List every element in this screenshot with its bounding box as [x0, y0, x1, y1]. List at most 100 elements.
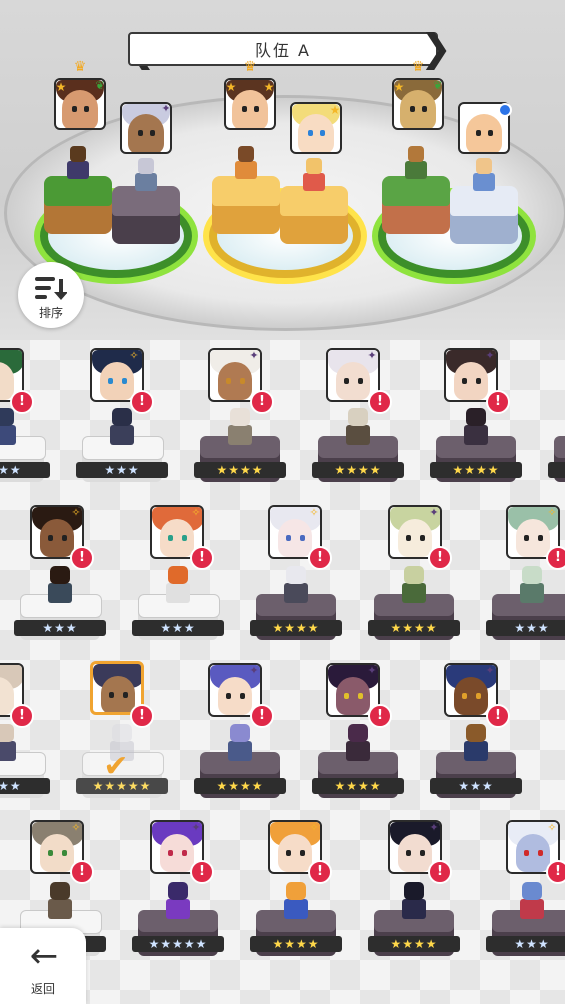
alert-icon: ! [486, 704, 510, 728]
attribute-diamond-icon: ✦ [367, 349, 377, 362]
back-label: 返回 [30, 982, 55, 996]
alert-icon: ! [368, 390, 392, 414]
attribute-leaf-icon: ❦ [95, 79, 105, 92]
alert-icon: ! [368, 704, 392, 728]
star-rating: ★★★ [0, 462, 50, 478]
character-pedestal[interactable]: ★★★★ [368, 880, 460, 976]
attribute-diamond-icon: ✦ [249, 664, 259, 677]
cake-block [212, 176, 280, 234]
character-pedestal[interactable]: ★★★ [486, 880, 565, 976]
character-pedestal[interactable]: ★★★★ [194, 722, 286, 818]
attribute-star-icon: ★ [263, 80, 275, 94]
leader-crown-icon: ♛ [73, 59, 87, 75]
selected-check-icon: ✔ [103, 749, 129, 784]
back-arrow-icon: ← [29, 936, 59, 976]
alert-icon: ! [486, 390, 510, 414]
alert-icon: ! [250, 704, 274, 728]
character-pedestal[interactable]: ★★★ [486, 564, 565, 660]
alert-icon: ! [10, 390, 34, 414]
grass-block [44, 176, 112, 234]
attribute-diamond-icon: ✦ [191, 821, 201, 834]
star-rating: ★★★★ [194, 462, 286, 478]
star-rating: ★★★★ [312, 462, 404, 478]
alert-icon: ! [250, 390, 274, 414]
alert-icon: ! [308, 546, 332, 570]
sort-label: 排序 [38, 306, 63, 320]
team-title-bar: 队伍 A [128, 32, 438, 66]
alert-icon: ! [190, 546, 214, 570]
alert-icon: ! [70, 546, 94, 570]
character-pedestal[interactable]: ★★★★ [368, 564, 460, 660]
leader-crown-icon: ♛ [243, 59, 257, 75]
character-pedestal[interactable]: ★★★ [548, 406, 565, 502]
attribute-leaf-icon: ❦ [433, 79, 443, 92]
alert-icon: ! [308, 860, 332, 884]
attribute-diamond-icon: ✦ [161, 102, 171, 115]
attribute-diamond-icon: ✦ [249, 349, 259, 362]
attribute-star-icon: ★ [55, 80, 67, 94]
team-sprite [63, 146, 93, 184]
attribute-star-icon: ★ [225, 80, 237, 94]
character-pedestal[interactable]: ★★★★ [430, 406, 522, 502]
star-rating: ★★★★ [368, 936, 460, 952]
leader-crown-icon: ♛ [411, 59, 425, 75]
attribute-star-icon: ✧ [129, 349, 139, 362]
character-pedestal[interactable]: ★★★ [430, 722, 522, 818]
attribute-star-icon: ✧ [71, 821, 81, 834]
attribute-diamond-icon: ✦ [367, 664, 377, 677]
alert-icon: ! [10, 704, 34, 728]
star-rating: ★★★ [430, 778, 522, 794]
character-pedestal[interactable]: ★★★★ [194, 406, 286, 502]
attribute-star-icon: ✧ [191, 506, 201, 519]
character-pedestal[interactable]: ★★★ [14, 564, 106, 660]
attribute-water-icon [498, 103, 512, 117]
sort-button[interactable]: 排序 [18, 262, 84, 328]
sort-icon [35, 277, 67, 300]
team-sprite [299, 158, 329, 196]
star-rating: ★★★ [548, 462, 565, 478]
team-sprite [231, 146, 261, 184]
star-rating: ★★★★★ [132, 936, 224, 952]
character-pedestal[interactable]: ★★★ [76, 406, 168, 502]
alert-icon: ! [428, 860, 452, 884]
alert-icon: ! [428, 546, 452, 570]
character-pedestal[interactable]: ★★★★ [250, 564, 342, 660]
attribute-diamond-icon: ✦ [485, 349, 495, 362]
team-sprite [469, 158, 499, 196]
attribute-star-icon: ✧ [71, 506, 81, 519]
star-rating: ★★★★ [368, 620, 460, 636]
character-pedestal[interactable]: ★★★ [0, 406, 50, 502]
attribute-star-icon: ★ [393, 80, 405, 94]
star-rating: ★★★ [486, 620, 565, 636]
star-rating: ★★★ [14, 620, 106, 636]
star-rating: ★★★★ [250, 936, 342, 952]
attribute-star-icon: ✧ [547, 506, 557, 519]
star-rating: ★★★ [132, 620, 224, 636]
back-button[interactable]: ← 返回 [0, 928, 86, 1004]
character-pedestal[interactable]: ★★★★ [312, 406, 404, 502]
character-pedestal[interactable]: ★★★ [132, 564, 224, 660]
character-pedestal[interactable]: ★★★★ [250, 880, 342, 976]
team-screen: ❮ 队伍 A ❯ ♛ ★ ❦ ✦ ♛ ★ ★ [0, 0, 565, 1004]
character-pedestal[interactable]: ★★★ [0, 722, 50, 818]
attribute-diamond-icon: ✦ [429, 506, 439, 519]
alert-icon: ! [546, 860, 565, 884]
star-rating: ★★★ [76, 462, 168, 478]
character-pedestal[interactable]: ★★★★ [312, 722, 404, 818]
team-title: 队伍 A [254, 41, 312, 60]
alert-icon: ! [130, 704, 154, 728]
grass-block [382, 176, 450, 234]
alert-icon: ! [70, 860, 94, 884]
star-rating: ★★★ [0, 778, 50, 794]
star-rating: ★★★★ [250, 620, 342, 636]
attribute-star-icon: ✧ [547, 821, 557, 834]
character-pedestal[interactable]: ★★★★★ [132, 880, 224, 976]
attribute-star-icon: ✧ [309, 821, 319, 834]
team-sprite [401, 146, 431, 184]
star-rating: ★★★★ [430, 462, 522, 478]
team-sprite [131, 158, 161, 196]
star-rating: ★★★★ [194, 778, 286, 794]
alert-icon: ! [130, 390, 154, 414]
star-rating: ★★★ [486, 936, 565, 952]
alert-icon: ! [546, 546, 565, 570]
